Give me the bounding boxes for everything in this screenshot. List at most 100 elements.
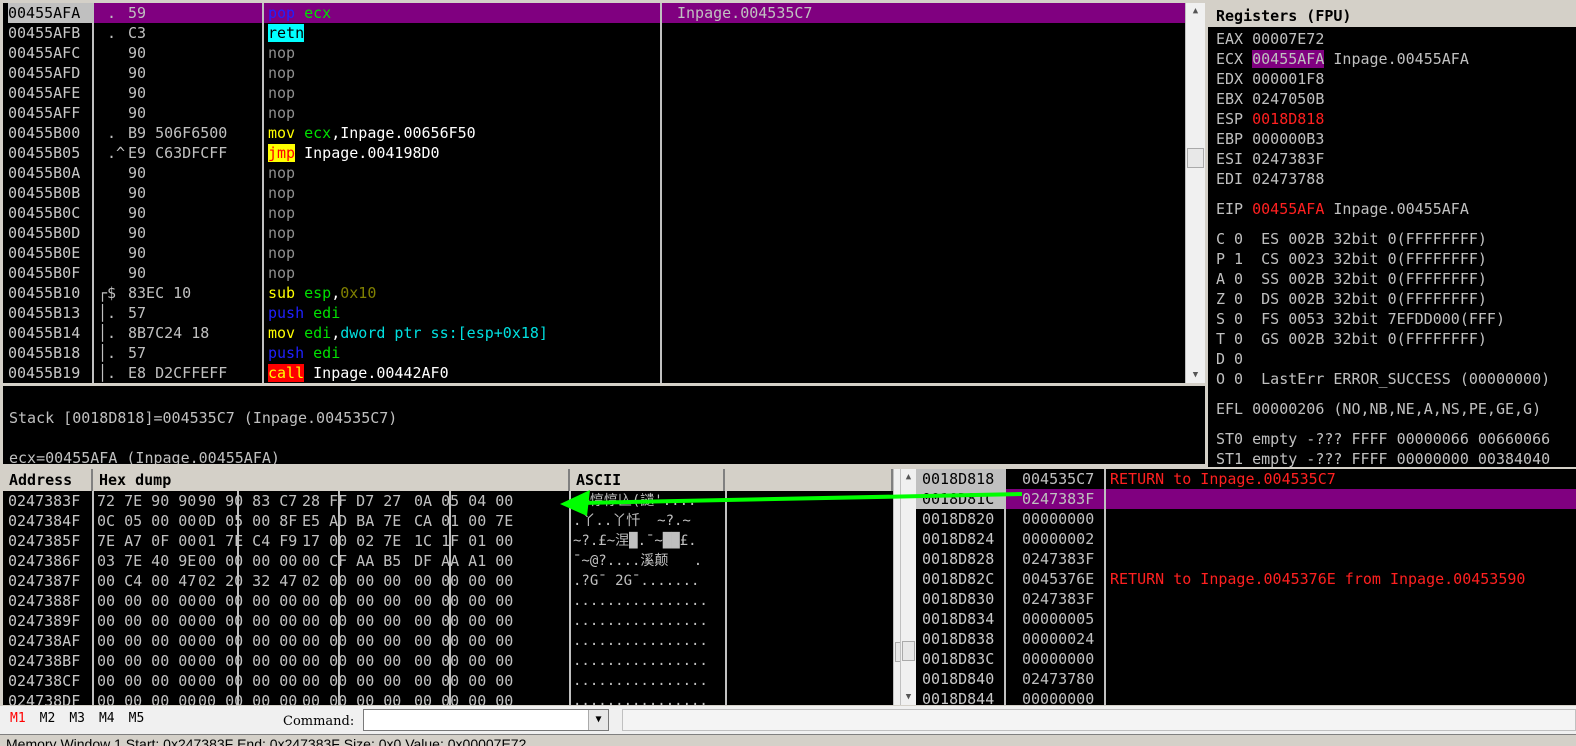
ascii-text[interactable]: ................ (573, 611, 723, 631)
register-value[interactable]: 0247383F (1252, 150, 1324, 168)
stack-row[interactable]: 0018D818 004535C7 RETURN to Inpage.004535C… (916, 469, 1576, 489)
eflags-row[interactable]: EFL 00000206 (NO,NB,NE,A,NS,PE,GE,G) (1216, 399, 1576, 419)
register-value[interactable]: 00007E72 (1252, 30, 1324, 48)
hex-byte-group[interactable]: 00 00 00 00 (414, 651, 554, 671)
disasm-row[interactable]: 00455B10 ┌$ 83EC 10 sub esp,0x10 (3, 283, 1185, 303)
disasm-row[interactable]: 00455B00 . B9 506F6500 mov ecx,Inpage.0065… (3, 123, 1185, 143)
dump-row[interactable]: 0247389F 00 00 00 00 00 00 00 00 00 00 00 0… (3, 611, 893, 631)
register-value[interactable]: 02473788 (1252, 170, 1324, 188)
fpu-register-row[interactable]: ST0 empty -??? FFFF 00000066 00660066 (1216, 429, 1576, 449)
register-row[interactable]: EIP 00455AFA Inpage.00455AFA (1216, 199, 1576, 219)
hex-byte-group[interactable]: CA 01 00 7E (414, 511, 554, 531)
ascii-text[interactable]: .?G¯ 2G¯....... (573, 571, 723, 591)
dump-header-hex[interactable]: Hex dump (93, 469, 570, 491)
memory-tab-m5[interactable]: M5 (129, 711, 145, 726)
register-row[interactable]: EDI 02473788 (1216, 169, 1576, 189)
stack-row[interactable]: 0018D844 00000000 (916, 689, 1576, 705)
dump-row[interactable]: 0247384F 0C 05 00 00 0D 05 00 8F E5 AD BA 7… (3, 511, 893, 531)
dump-row[interactable]: 0247385F 7E A7 0F 00 01 7E C4 F9 17 00 02 7… (3, 531, 893, 551)
memory-tab-m4[interactable]: M4 (99, 711, 115, 726)
hex-byte-group[interactable]: 1C 1F 01 00 (414, 531, 554, 551)
flag-segment-row[interactable]: A 0 SS 002B 32bit 0(FFFFFFFF) (1216, 269, 1576, 289)
stack-row[interactable]: 0018D82C 0045376E RETURN to Inpage.0045376… (916, 569, 1576, 589)
disasm-row[interactable]: 00455AFC 90 nop (3, 43, 1185, 63)
disasm-row[interactable]: 00455B13 │. 57 push edi (3, 303, 1185, 323)
flag-segment-row[interactable]: S 0 FS 0053 32bit 7EFDD000(FFF) (1216, 309, 1576, 329)
disasm-row[interactable]: 00455B18 │. 57 push edi (3, 343, 1185, 363)
register-value[interactable]: 00455AFA (1252, 200, 1324, 218)
dump-row[interactable]: 0247386F 03 7E 40 9E 00 00 00 00 00 CF AA B… (3, 551, 893, 571)
disasm-row[interactable]: 00455AFF 90 nop (3, 103, 1185, 123)
hex-byte-group[interactable]: 00 00 00 00 (414, 631, 554, 651)
scroll-up-icon[interactable]: ▲ (1186, 3, 1205, 19)
ascii-text[interactable]: ................ (573, 691, 723, 705)
stack-scrollbar[interactable]: ▲ ▼ (900, 469, 916, 705)
scroll-down-icon[interactable]: ▼ (901, 689, 916, 705)
registers-pane[interactable]: EAX 00007E72 ECX 00455AFA Inpage.00455AF… (1208, 27, 1576, 467)
stack-row[interactable]: 0018D820 00000000 (916, 509, 1576, 529)
stack-pane[interactable]: 0018D818 004535C7 RETURN to Inpage.004535C… (916, 469, 1576, 705)
memory-tab-m2[interactable]: M2 (40, 711, 56, 726)
disasm-row[interactable]: 00455B0B 90 nop (3, 183, 1185, 203)
dump-row[interactable]: 0247388F 00 00 00 00 00 00 00 00 00 00 00 0… (3, 591, 893, 611)
scroll-thumb[interactable] (1187, 148, 1204, 168)
stack-row[interactable]: 0018D828 0247383F (916, 549, 1576, 569)
register-row[interactable]: EBX 0247050B (1216, 89, 1576, 109)
ascii-text[interactable]: ................ (573, 591, 723, 611)
hex-byte-group[interactable]: 00 00 00 00 (414, 591, 554, 611)
dump-row[interactable]: 024738BF 00 00 00 00 00 00 00 00 00 00 00 0… (3, 651, 893, 671)
stack-row[interactable]: 0018D81C 0247383F (916, 489, 1576, 509)
dump-header-address[interactable]: Address (3, 469, 93, 491)
stack-row[interactable]: 0018D824 00000002 (916, 529, 1576, 549)
register-value[interactable]: 0247050B (1252, 90, 1324, 108)
register-value[interactable]: 00455AFA (1252, 50, 1325, 68)
dump-row[interactable]: 0247387F 00 C4 00 47 02 20 32 47 02 00 00 0… (3, 571, 893, 591)
register-row[interactable]: ECX 00455AFA Inpage.00455AFA (1216, 49, 1576, 69)
disassembly-pane[interactable]: 00455AFA . 59 pop ecx Inpage.004535C7 00455A… (3, 3, 1185, 383)
hex-byte-group[interactable]: 00 00 00 00 (414, 611, 554, 631)
ascii-text[interactable]: ................ (573, 671, 723, 691)
disasm-row[interactable]: 00455AFB . C3 retn (3, 23, 1185, 43)
ascii-text[interactable]: .丫..丫忏 ~?.~ (573, 511, 723, 531)
dump-row[interactable]: 024738CF 00 00 00 00 00 00 00 00 00 00 00 0… (3, 671, 893, 691)
register-value[interactable]: 0018D818 (1252, 110, 1324, 128)
disasm-row[interactable]: 00455B0E 90 nop (3, 243, 1185, 263)
flag-segment-row[interactable]: D 0 (1216, 349, 1576, 369)
hex-byte-group[interactable]: 00 00 00 00 (414, 691, 554, 705)
scroll-up-icon[interactable]: ▲ (901, 469, 916, 485)
register-row[interactable]: EBP 000000B3 (1216, 129, 1576, 149)
disasm-row[interactable]: 00455B19 │. E8 D2CFFEFF call Inpage.00442AF… (3, 363, 1185, 383)
dump-header-ascii[interactable]: ASCII (570, 469, 725, 491)
fpu-register-row[interactable]: ST1 empty -??? FFFF 00000000 00384040 (1216, 449, 1576, 467)
hex-byte-group[interactable]: DF AA A1 00 (414, 551, 554, 571)
flag-segment-row[interactable]: T 0 GS 002B 32bit 0(FFFFFFFF) (1216, 329, 1576, 349)
stack-row[interactable]: 0018D83C 00000000 (916, 649, 1576, 669)
stack-row[interactable]: 0018D838 00000024 (916, 629, 1576, 649)
register-row[interactable]: EDX 000001F8 (1216, 69, 1576, 89)
disasm-row[interactable]: 00455AFE 90 nop (3, 83, 1185, 103)
register-value[interactable]: 000000B3 (1252, 130, 1324, 148)
hex-byte-group[interactable]: 00 00 00 00 (414, 671, 554, 691)
scroll-thumb[interactable] (902, 641, 915, 661)
disasm-row[interactable]: 00455B14 │. 8B7C24 18 mov edi,dword ptr ss:… (3, 323, 1185, 343)
memory-tab-m1[interactable]: M1 (10, 711, 26, 726)
ascii-text[interactable]: r~悙悙兦(讉'.... (573, 491, 723, 511)
stack-row[interactable]: 0018D830 0247383F (916, 589, 1576, 609)
chevron-down-icon[interactable]: ▼ (588, 710, 608, 730)
disassembly-scrollbar[interactable]: ▲ ▼ (1185, 3, 1205, 383)
disasm-row[interactable]: 00455B0C 90 nop (3, 203, 1185, 223)
ascii-text[interactable]: ................ (573, 651, 723, 671)
ascii-text[interactable]: ~?.£~涅█.¯~██£. (573, 531, 723, 551)
dump-row[interactable]: 0247383F 72 7E 90 90 90 90 83 C7 28 FF D7 2… (3, 491, 893, 511)
ascii-text[interactable]: ¯~@?....溪颠 . (573, 551, 723, 571)
memory-tab-m3[interactable]: M3 (69, 711, 85, 726)
disasm-row[interactable]: 00455B0F 90 nop (3, 263, 1185, 283)
flag-segment-row[interactable]: P 1 CS 0023 32bit 0(FFFFFFFF) (1216, 249, 1576, 269)
flag-segment-row[interactable]: Z 0 DS 002B 32bit 0(FFFFFFFF) (1216, 289, 1576, 309)
flag-segment-row[interactable]: O 0 LastErr ERROR_SUCCESS (00000000) (1216, 369, 1576, 389)
register-row[interactable]: ESI 0247383F (1216, 149, 1576, 169)
stack-row[interactable]: 0018D840 02473780 (916, 669, 1576, 689)
disasm-row[interactable]: 00455AFD 90 nop (3, 63, 1185, 83)
disasm-row[interactable]: 00455B05 .^ E9 C63DFCFF jmp Inpage.004198D… (3, 143, 1185, 163)
disasm-row[interactable]: 00455AFA . 59 pop ecx Inpage.004535C7 (3, 3, 1185, 23)
